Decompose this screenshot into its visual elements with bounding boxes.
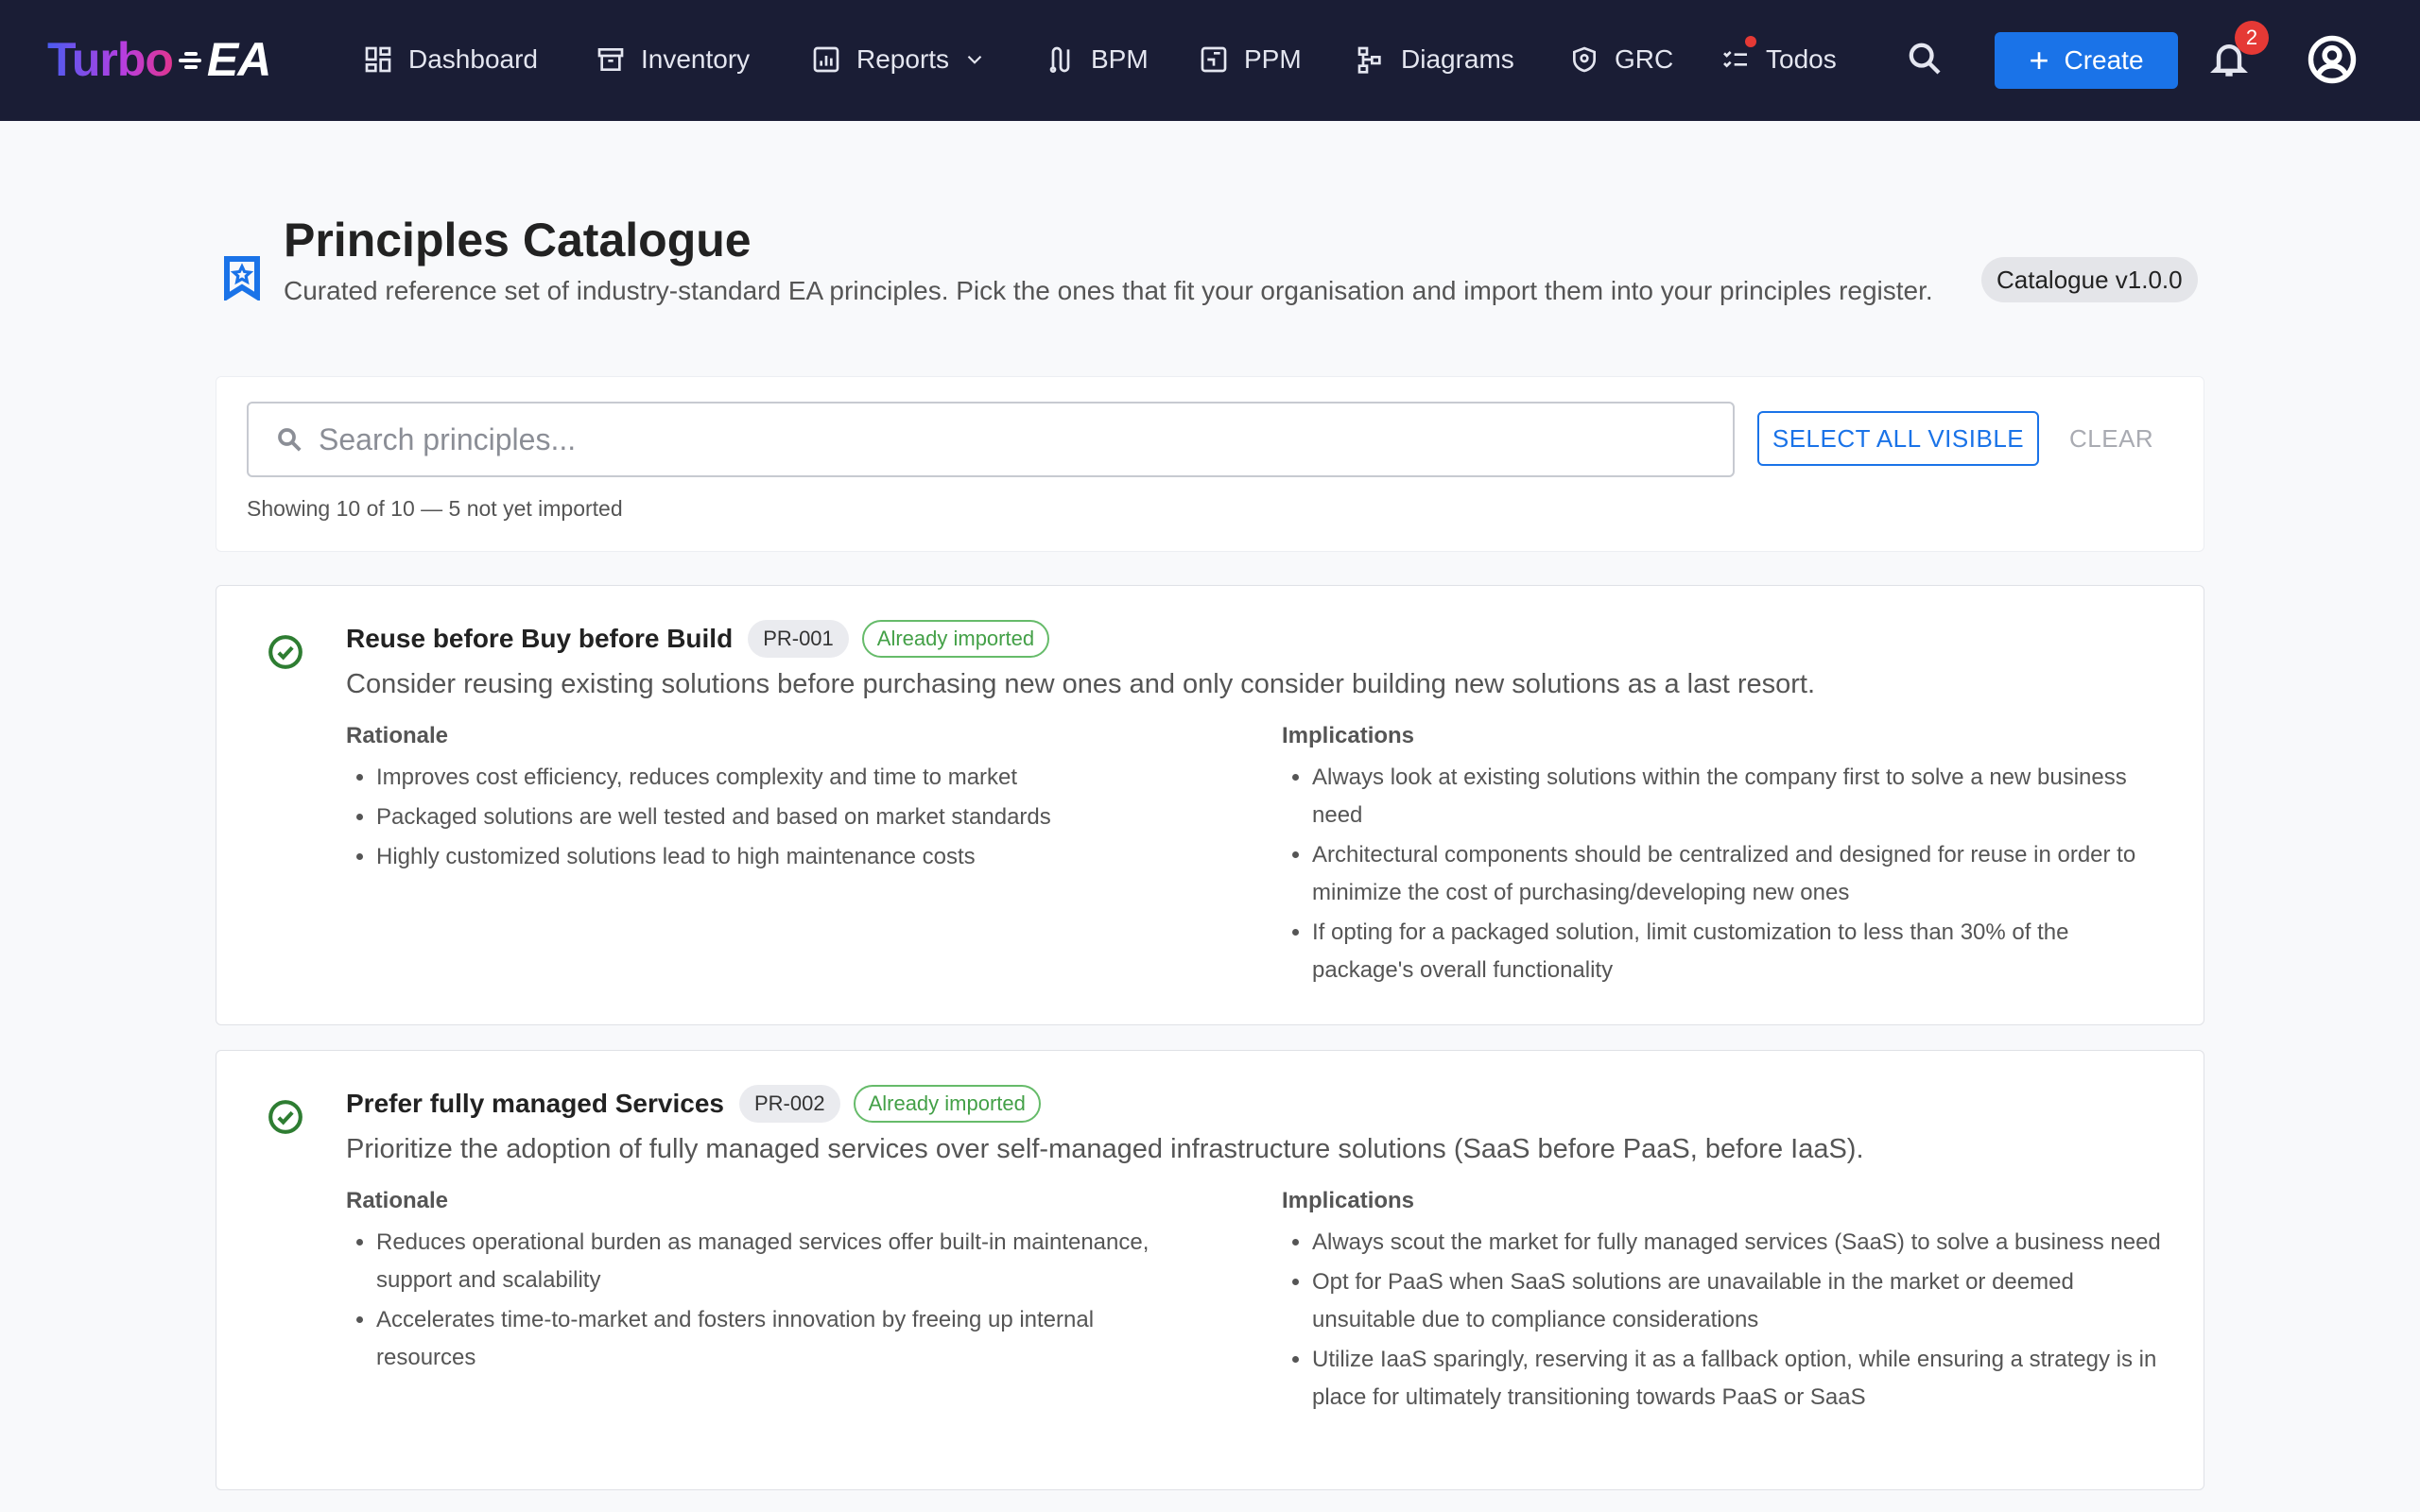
select-all-visible-button[interactable]: SELECT ALL VISIBLE [1757,411,2039,466]
dashboard-icon [365,46,391,73]
principle-name: Prefer fully managed Services [346,1089,724,1118]
implication-item: Always look at existing solutions within… [1312,759,2170,834]
nav-diagrams-label: Diagrams [1401,44,1514,74]
search-icon [278,428,302,452]
nav-bpm-label: BPM [1091,44,1149,74]
rationale-heading: Rationale [346,1188,449,1213]
principle-card[interactable]: Reuse before Buy before Build PR-001 Alr… [216,585,2204,1025]
implications-heading: Implications [1282,723,1415,748]
implication-item: If opting for a packaged solution, limit… [1312,914,2170,989]
bookmark-star-icon [223,255,261,302]
grc-icon [1573,46,1596,73]
rationale-item: Highly customized solutions lead to high… [376,838,1197,876]
rationale-item: Accelerates time-to-market and fosters i… [376,1301,1197,1377]
imported-status-badge: Already imported [853,1085,1041,1123]
implications-heading: Implications [1282,1188,1415,1213]
nav-dashboard[interactable]: Dashboard [363,36,538,83]
inventory-icon [597,48,624,71]
check-circle-icon [268,634,303,670]
todos-notification-dot [1745,36,1756,47]
notification-count-badge: 2 [2235,21,2269,55]
speed-lines-icon [177,46,205,73]
create-button[interactable]: + Create [1995,32,2178,89]
rationale-list: Reduces operational burden as managed se… [346,1224,1197,1379]
implication-item: Always scout the market for fully manage… [1312,1224,2170,1262]
imported-status-badge: Already imported [861,620,1050,658]
nav-reports[interactable]: Reports [811,36,987,83]
turbo-ea-logo[interactable]: Turbo EA [47,28,271,91]
rationale-heading: Rationale [346,723,449,748]
rationale-list: Improves cost efficiency, reduces comple… [346,759,1197,878]
implication-item: Architectural components should be centr… [1312,836,2170,912]
search-icon [1909,43,1941,75]
implications-list: Always look at existing solutions within… [1282,759,2170,991]
principle-name: Reuse before Buy before Build [346,624,734,653]
principle-description: Consider reusing existing solutions befo… [346,669,1816,699]
principle-code-chip: PR-001 [748,620,849,658]
nav-reports-label: Reports [856,44,950,74]
principle-description: Prioritize the adoption of fully managed… [346,1134,1864,1164]
check-circle-icon [268,1099,303,1135]
ppm-icon [1201,46,1227,73]
implication-item: Opt for PaaS when SaaS solutions are una… [1312,1263,2170,1339]
rationale-item: Packaged solutions are well tested and b… [376,799,1197,836]
chevron-down-icon [967,55,982,64]
nav-todos-label: Todos [1766,44,1837,74]
nav-inventory[interactable]: Inventory [596,36,750,83]
rationale-item: Improves cost efficiency, reduces comple… [376,759,1197,797]
diagrams-icon [1357,46,1381,74]
search-principles-input[interactable] [319,421,1642,457]
nav-bpm[interactable]: BPM [1046,36,1149,83]
create-button-label: Create [2064,45,2144,75]
global-search-button[interactable] [1906,40,1947,81]
catalogue-version-chip: Catalogue v1.0.0 [1981,257,2198,302]
filter-panel: SELECT ALL VISIBLE CLEAR Showing 10 of 1… [216,376,2204,552]
results-count: Showing 10 of 10 — 5 not yet imported [247,496,623,521]
clear-selection-button[interactable]: CLEAR [2069,411,2211,466]
nav-dashboard-label: Dashboard [408,44,538,74]
top-navigation-bar: Turbo EA Dashboard Inventory Reports BPM… [0,0,2420,121]
reports-icon [813,46,839,73]
nav-inventory-label: Inventory [641,44,751,74]
user-account-button[interactable] [2307,34,2358,85]
implication-item: Utilize IaaS sparingly, reserving it as … [1312,1341,2170,1417]
nav-ppm[interactable]: PPM [1199,36,1302,83]
nav-grc-label: GRC [1615,44,1674,74]
nav-diagrams[interactable]: Diagrams [1356,36,1514,83]
principle-header: Prefer fully managed Services PR-002 Alr… [346,1084,1041,1124]
nav-ppm-label: PPM [1244,44,1302,74]
search-field[interactable] [247,402,1735,477]
bpm-icon [1049,46,1070,73]
implications-list: Always scout the market for fully manage… [1282,1224,2170,1418]
principle-card[interactable]: Prefer fully managed Services PR-002 Alr… [216,1050,2204,1490]
nav-todos[interactable]: Todos [1720,36,1837,83]
page-subtitle: Curated reference set of industry-standa… [284,276,1933,305]
page-title: Principles Catalogue [284,214,752,266]
account-circle-icon [2308,35,2357,84]
principle-code-chip: PR-002 [738,1085,840,1123]
todos-icon [1723,51,1747,68]
rationale-item: Reduces operational burden as managed se… [376,1224,1197,1299]
principle-header: Reuse before Buy before Build PR-001 Alr… [346,619,1050,659]
nav-grc[interactable]: GRC [1569,36,1673,83]
plus-icon: + [2029,41,2049,79]
